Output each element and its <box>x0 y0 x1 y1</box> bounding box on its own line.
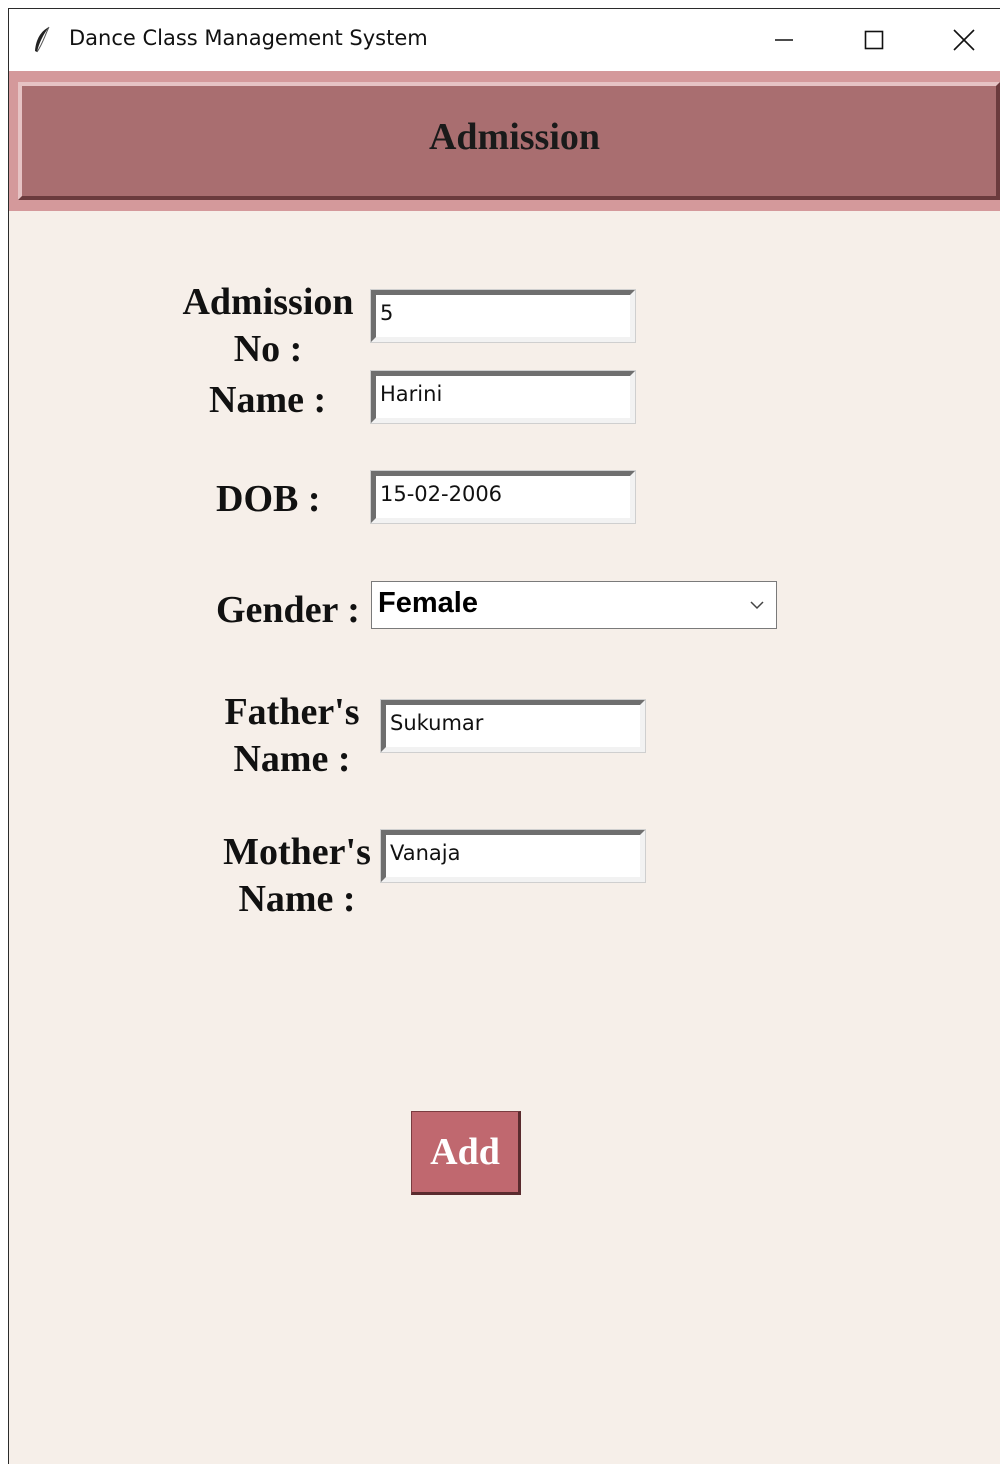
maximize-icon <box>864 30 884 50</box>
dob-input[interactable]: 15-02-2006 <box>370 470 636 524</box>
mother-name-input[interactable]: Vanaja <box>380 829 646 883</box>
feather-icon <box>35 26 50 53</box>
page-title: Admission <box>428 116 601 158</box>
minimize-button[interactable] <box>739 9 829 71</box>
maximize-button[interactable] <box>829 9 919 71</box>
chevron-down-icon[interactable] <box>748 596 766 614</box>
admission-no-label: Admission No : <box>182 281 354 370</box>
name-input[interactable]: Harini <box>370 370 636 424</box>
add-button[interactable]: Add <box>411 1111 521 1195</box>
gender-select[interactable]: Female <box>371 581 777 629</box>
father-name-label: Father's Name : <box>224 691 360 780</box>
father-name-input[interactable]: Sukumar <box>380 699 646 753</box>
close-icon <box>953 29 975 51</box>
dob-label: DOB : <box>216 478 321 520</box>
minimize-icon <box>775 39 793 41</box>
app-window: Dance Class Management System Admission … <box>8 8 1000 1464</box>
mother-name-label: Mother's Name : <box>223 831 371 920</box>
name-label: Name : <box>209 379 327 421</box>
title-bar[interactable]: Dance Class Management System <box>9 9 1000 71</box>
gender-selected-value: Female <box>378 587 478 619</box>
close-button[interactable] <box>919 9 1000 71</box>
window-title: Dance Class Management System <box>69 26 428 50</box>
gender-label: Gender : <box>216 589 360 631</box>
admission-no-input[interactable]: 5 <box>370 289 636 343</box>
